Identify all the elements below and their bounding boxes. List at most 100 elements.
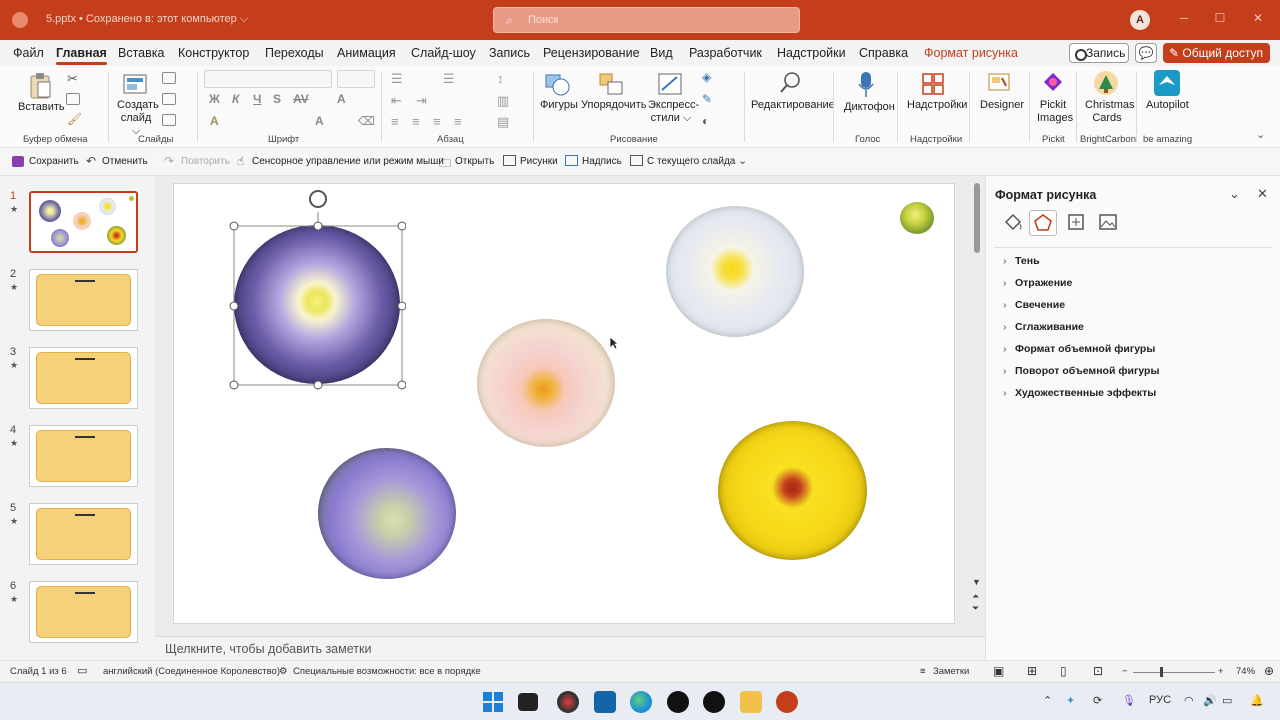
windows-start-icon[interactable] (482, 691, 504, 713)
zoom-level[interactable]: 74% (1236, 666, 1255, 677)
highlight-button[interactable]: A (210, 114, 219, 128)
tab-file[interactable]: Файл (13, 46, 44, 60)
minimize-button[interactable]: ─ (1176, 11, 1192, 27)
effects-tab[interactable] (1029, 210, 1057, 236)
section-3d-rotation[interactable]: › Поворот объемной фигуры (1003, 365, 1159, 377)
pictures-button[interactable]: Рисунки (520, 156, 558, 167)
slide-sorter-icon[interactable]: ⊞ (1027, 664, 1037, 678)
slide-thumbnail-2[interactable] (29, 269, 138, 331)
accessibility-icon[interactable]: ⚙ (279, 666, 288, 677)
spellcheck-icon[interactable]: ▭ (77, 664, 87, 677)
app-icon-2[interactable] (667, 691, 689, 713)
tab-review[interactable]: Рецензирование (543, 46, 640, 60)
scrollbar-thumb[interactable] (974, 183, 980, 253)
arrange-label[interactable]: Упорядочить (581, 99, 646, 112)
store-icon[interactable] (594, 691, 616, 713)
justify-icon[interactable]: ≡ (454, 114, 462, 129)
next-slide-icon[interactable]: ⏷ (972, 603, 979, 614)
slide-thumbnail-3[interactable] (29, 347, 138, 409)
section-glow[interactable]: › Свечение (1003, 299, 1065, 311)
tab-addins[interactable]: Надстройки (777, 46, 846, 60)
slideshow-icon[interactable]: ⊡ (1093, 664, 1103, 678)
autopilot-icon[interactable] (1153, 69, 1181, 97)
close-button[interactable]: ✕ (1250, 11, 1266, 27)
language-status[interactable]: английский (Соединенное Королевство) (103, 666, 280, 677)
pink-flower-picture[interactable] (477, 319, 615, 447)
fit-slide-icon[interactable]: ⊕ (1264, 664, 1274, 678)
white-flower-picture[interactable] (666, 206, 804, 337)
document-title[interactable]: 5.pptx • Сохранено в: этот компьютер ⌵ (46, 13, 248, 26)
normal-view-icon[interactable]: ▣ (993, 664, 1004, 678)
save-button[interactable]: Сохранить (29, 156, 79, 167)
pickit-label[interactable]: Pickit Images (1037, 99, 1073, 125)
file-explorer-icon[interactable] (740, 691, 762, 713)
tab-insert[interactable]: Вставка (118, 46, 164, 60)
picture-tab[interactable] (1095, 210, 1123, 236)
zoom-in-icon[interactable]: + (1218, 666, 1224, 677)
new-slide-label[interactable]: Создать слайд ⌵ (117, 99, 159, 138)
tree-picture[interactable] (900, 202, 934, 234)
zoom-out-icon[interactable]: − (1122, 666, 1128, 677)
christmas-cards-label[interactable]: Christmas Cards (1085, 99, 1135, 125)
clear-format-icon[interactable]: ⌫ (358, 114, 375, 128)
shape-fill-icon[interactable]: ◈ (702, 70, 711, 84)
paste-icon[interactable] (28, 72, 52, 100)
tab-view[interactable]: Вид (650, 46, 673, 60)
tab-design[interactable]: Конструктор (178, 46, 249, 60)
customize-qat-icon[interactable]: ⌄ (738, 154, 747, 167)
editing-label[interactable]: Редактирование (751, 99, 835, 112)
touch-mode-button[interactable]: Сенсорное управление или режим мыши (252, 156, 444, 167)
caption-button[interactable]: Надпись (582, 156, 622, 167)
christmas-cards-icon[interactable] (1093, 69, 1119, 97)
prev-slide-icon[interactable]: ⏶ (972, 591, 979, 602)
designer-label[interactable]: Designer (980, 99, 1024, 112)
selection-handles[interactable] (228, 186, 406, 390)
section-3d-format[interactable]: › Формат объемной фигуры (1003, 343, 1155, 355)
search-box[interactable]: ⌕ Поиск (493, 7, 800, 33)
shapes-icon[interactable] (544, 72, 572, 98)
new-slide-icon[interactable] (123, 72, 149, 96)
bullets-icon[interactable]: ☰ (391, 71, 403, 87)
slide-vertical-scrollbar[interactable]: ▼ ⏶ ⏷ (971, 183, 983, 613)
shadow-button[interactable]: S (273, 92, 281, 106)
slide-thumbnail-6[interactable] (29, 581, 138, 643)
columns-icon[interactable]: ▥ (497, 93, 509, 109)
layout-icon[interactable] (162, 72, 176, 84)
pane-options-icon[interactable]: ⌄ (1229, 186, 1240, 202)
scroll-down-icon[interactable]: ▼ (972, 577, 981, 587)
underline-button[interactable]: Ч (253, 92, 261, 106)
fill-line-tab[interactable] (1000, 210, 1028, 236)
font-name-combo[interactable] (204, 70, 332, 88)
tab-developer[interactable]: Разработчик (689, 46, 762, 60)
quick-styles-label[interactable]: Экспресс-стили ⌵ (648, 99, 699, 125)
strikethrough-button[interactable]: AV (293, 92, 309, 106)
tray-chevron-icon[interactable]: ⌃ (1043, 694, 1052, 707)
share-button[interactable]: ✎ Общий доступ ⌵ (1163, 43, 1270, 80)
from-current-icon[interactable] (630, 155, 643, 166)
microphone-icon[interactable] (857, 70, 875, 100)
bold-button[interactable]: Ж (209, 92, 220, 106)
undo-icon[interactable]: ↶ (86, 154, 96, 168)
notification-bell-icon[interactable]: 🔔 (1250, 694, 1264, 707)
record-button[interactable]: Запись (1069, 43, 1129, 63)
edge-icon[interactable] (630, 691, 652, 713)
touch-icon[interactable]: ☝ (237, 154, 244, 168)
battery-icon[interactable]: ▭ (1222, 694, 1232, 707)
dictate-label[interactable]: Диктофон (844, 101, 895, 114)
open-icon[interactable]: 🗀 (439, 154, 451, 175)
app-icon-3[interactable] (703, 691, 725, 713)
align-right-icon[interactable]: ≡ (433, 114, 441, 129)
indent-icon[interactable]: ⇤ (391, 93, 402, 109)
section-reflection[interactable]: › Отражение (1003, 277, 1072, 289)
autopilot-label[interactable]: Autopilot (1146, 99, 1189, 112)
editing-search-icon[interactable] (778, 70, 804, 96)
smartart-icon[interactable]: ▤ (497, 114, 509, 130)
collapse-ribbon-icon[interactable]: ⌄ (1256, 128, 1265, 141)
outdent-icon[interactable]: ⇥ (416, 93, 427, 109)
tab-slideshow[interactable]: Слайд-шоу (411, 46, 476, 60)
section-icon[interactable] (162, 114, 176, 126)
zoom-slider-thumb[interactable] (1160, 667, 1163, 677)
accessibility-status[interactable]: Специальные возможности: все в порядке (293, 666, 481, 677)
slide-canvas[interactable] (173, 183, 955, 624)
slide-thumbnail-4[interactable] (29, 425, 138, 487)
